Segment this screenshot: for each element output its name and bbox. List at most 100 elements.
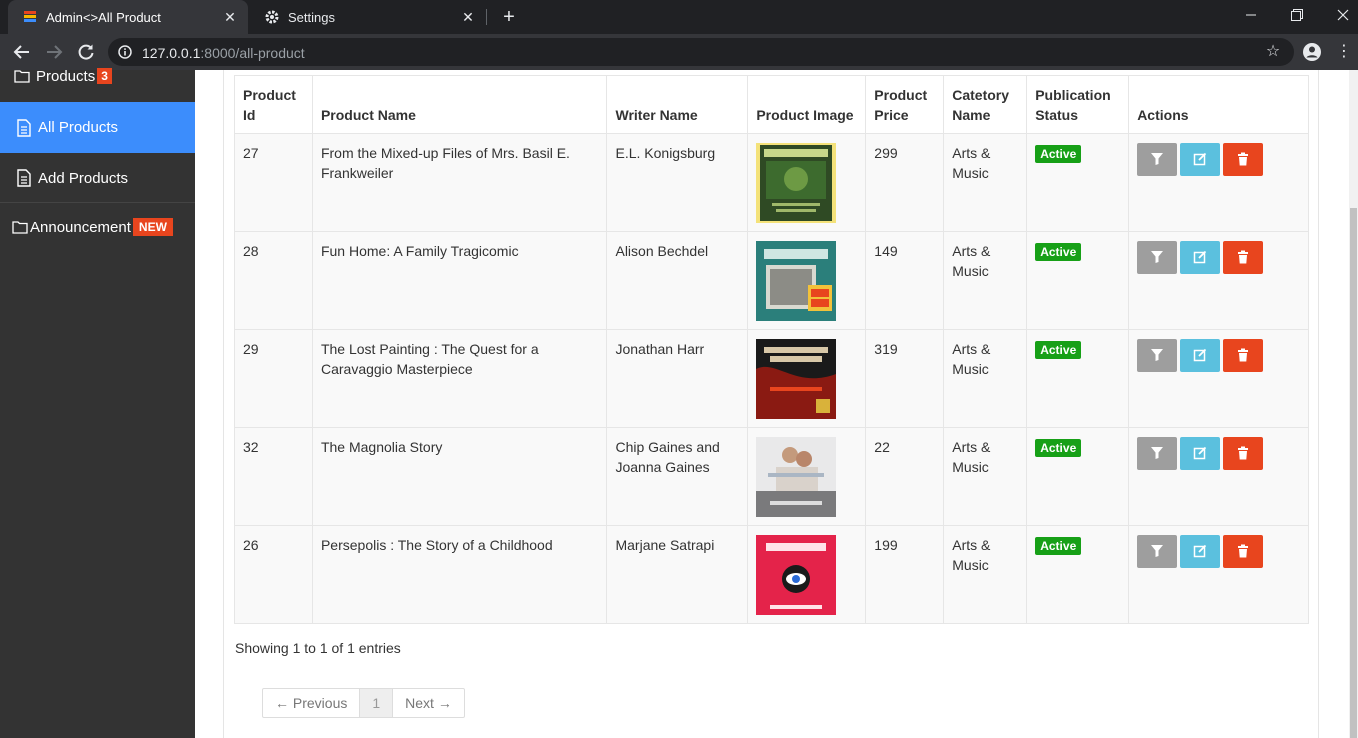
col-header-id[interactable]: Product Id	[234, 75, 313, 134]
product-price: 149	[865, 231, 945, 330]
status-badge: Active	[1035, 537, 1082, 555]
folder-icon	[12, 221, 28, 234]
product-id: 28	[234, 231, 313, 330]
status-cell: Active	[1026, 133, 1130, 232]
sidebar: Products 3 All Products Add Products Ann…	[0, 68, 195, 738]
table-header-row: Product Id Product Name Writer Name Prod…	[234, 75, 1309, 134]
filter-button[interactable]	[1137, 437, 1178, 470]
status-cell: Active	[1026, 525, 1130, 624]
book-cover-image	[756, 241, 837, 321]
table-row: 26 Persepolis : The Story of a Childhood…	[234, 525, 1309, 624]
writer-name: E.L. Konigsburg	[606, 133, 749, 232]
edit-button[interactable]	[1180, 143, 1221, 176]
product-image-cell	[747, 231, 867, 330]
col-header-image[interactable]: Product Image	[747, 75, 867, 134]
col-header-category[interactable]: Catetory Name	[943, 75, 1028, 134]
sidebar-item-all-products[interactable]: All Products	[0, 102, 195, 153]
sidebar-item-announcement[interactable]: Announcement NEW	[0, 214, 195, 240]
filter-button[interactable]	[1137, 143, 1178, 176]
close-window-icon[interactable]	[1320, 0, 1358, 30]
col-header-writer[interactable]: Writer Name	[606, 75, 749, 134]
product-id: 32	[234, 427, 313, 526]
document-icon	[17, 118, 31, 137]
close-tab-icon[interactable]: ✕	[460, 9, 476, 25]
col-header-price[interactable]: Product Price	[865, 75, 945, 134]
minimize-icon[interactable]	[1228, 0, 1274, 30]
filter-icon	[1151, 349, 1164, 361]
tab-title: Settings	[288, 9, 335, 25]
pagination: ← Previous 1 Next →	[262, 688, 465, 718]
edit-button[interactable]	[1180, 535, 1221, 568]
filter-icon	[1151, 447, 1164, 459]
address-bar[interactable]: 127.0.0.1:8000/all-product ☆	[108, 38, 1294, 66]
delete-button[interactable]	[1223, 143, 1264, 176]
new-tab-icon[interactable]: +	[499, 7, 519, 27]
page-number-button[interactable]: 1	[359, 689, 393, 717]
products-table: Product Id Product Name Writer Name Prod…	[234, 75, 1309, 624]
edit-icon	[1193, 250, 1207, 264]
trash-icon	[1238, 348, 1249, 362]
info-icon[interactable]	[118, 45, 132, 59]
bookmark-star-icon[interactable]: ☆	[1264, 43, 1282, 61]
new-badge: NEW	[132, 218, 173, 236]
status-badge: Active	[1035, 243, 1082, 261]
product-name: Persepolis : The Story of a Childhood	[311, 525, 608, 624]
category-name: Arts & Music	[943, 525, 1028, 624]
filter-button[interactable]	[1137, 241, 1178, 274]
sidebar-item-add-products[interactable]: Add Products	[0, 153, 195, 203]
edit-icon	[1193, 348, 1207, 362]
sidebar-divider	[0, 202, 195, 203]
product-id: 26	[234, 525, 313, 624]
browser-toolbar: 127.0.0.1:8000/all-product ☆ ⋮	[0, 34, 1358, 70]
product-image-cell	[747, 329, 867, 428]
next-page-button[interactable]: Next →	[392, 689, 464, 717]
product-price: 319	[865, 329, 945, 428]
delete-button[interactable]	[1223, 339, 1264, 372]
browser-menu-icon[interactable]: ⋮	[1336, 42, 1352, 62]
tab-separator	[486, 9, 487, 25]
col-header-actions: Actions	[1128, 75, 1309, 134]
writer-name: Jonathan Harr	[606, 329, 749, 428]
back-arrow-icon[interactable]	[12, 42, 32, 62]
gear-icon	[265, 10, 279, 24]
forward-arrow-icon[interactable]	[44, 42, 64, 62]
status-cell: Active	[1026, 427, 1130, 526]
actions-cell	[1128, 231, 1309, 330]
previous-page-button[interactable]: ← Previous	[263, 689, 359, 717]
edit-button[interactable]	[1180, 339, 1221, 372]
edit-button[interactable]	[1180, 437, 1221, 470]
category-name: Arts & Music	[943, 133, 1028, 232]
product-price: 199	[865, 525, 945, 624]
filter-button[interactable]	[1137, 535, 1178, 568]
table-row: 28 Fun Home: A Family Tragicomic Alison …	[234, 231, 1309, 330]
filter-icon	[1151, 545, 1164, 557]
status-cell: Active	[1026, 329, 1130, 428]
product-price: 299	[865, 133, 945, 232]
product-name: From the Mixed-up Files of Mrs. Basil E.…	[311, 133, 608, 232]
browser-tabbar: Admin<>All Product ✕ Settings ✕ +	[0, 0, 1358, 34]
delete-button[interactable]	[1223, 241, 1264, 274]
edit-icon	[1193, 446, 1207, 460]
scrollbar-thumb[interactable]	[1350, 208, 1357, 738]
book-cover-image	[756, 535, 837, 615]
product-price: 22	[865, 427, 945, 526]
reload-icon[interactable]	[76, 42, 96, 62]
product-image-cell	[747, 133, 867, 232]
tab-all-product[interactable]: Admin<>All Product ✕	[8, 0, 248, 34]
tab-title: Admin<>All Product	[46, 9, 161, 25]
sidebar-item-products[interactable]: Products 3	[0, 66, 195, 86]
profile-avatar-icon[interactable]	[1302, 42, 1322, 62]
document-icon	[17, 169, 31, 187]
filter-button[interactable]	[1137, 339, 1178, 372]
books-favicon-icon	[24, 11, 36, 22]
close-tab-icon[interactable]: ✕	[222, 9, 238, 25]
book-cover-image	[756, 143, 837, 223]
restore-icon[interactable]	[1274, 0, 1320, 30]
delete-button[interactable]	[1223, 535, 1264, 568]
actions-cell	[1128, 133, 1309, 232]
edit-button[interactable]	[1180, 241, 1221, 274]
delete-button[interactable]	[1223, 437, 1264, 470]
tab-settings[interactable]: Settings ✕	[250, 0, 486, 34]
col-header-status[interactable]: Publication Status	[1026, 75, 1130, 134]
col-header-name[interactable]: Product Name	[311, 75, 608, 134]
